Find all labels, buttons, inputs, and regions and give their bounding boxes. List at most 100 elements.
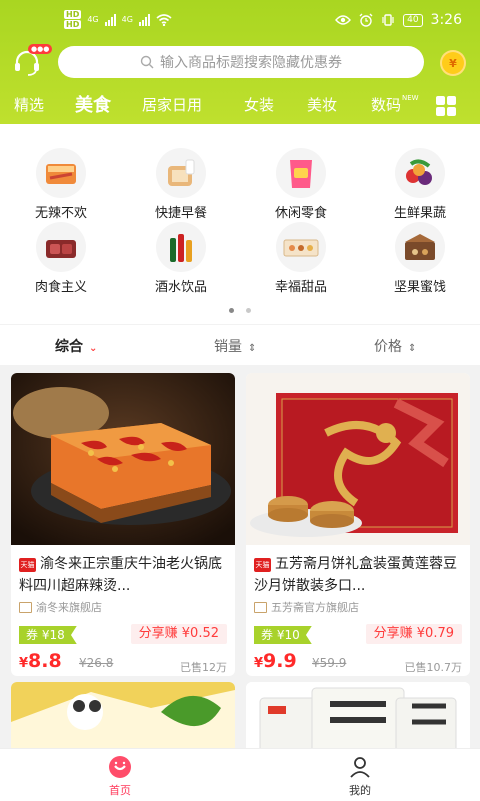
category-item[interactable]: 肉食主义 [16, 222, 106, 295]
category-label: 无辣不欢 [34, 206, 87, 221]
coin-icon: ¥ [449, 56, 457, 70]
snack-bag-icon [276, 148, 326, 198]
category-item[interactable]: 无辣不欢 [16, 148, 106, 221]
search-row: ●●● 输入商品标题搜索隐藏优惠券 ¥ [0, 44, 480, 80]
breakfast-bread-icon [156, 148, 206, 198]
product-image-snack [11, 682, 235, 752]
top-header: HD HD 4G 4G 40 3:26 ●●● 输入商品标题搜索隐藏优惠券 ¥ … [0, 0, 480, 124]
product-card[interactable]: 天猫 五芳斋月饼礼盒装蛋黄莲蓉豆沙月饼散装多口... 五芳斋官方旗舰店 券 ¥10… [246, 373, 470, 676]
price-symbol: ¥ [19, 656, 29, 671]
fruit-vegetable-icon [395, 148, 445, 198]
sort-comprehensive-label: 综合 [55, 339, 83, 355]
category-item[interactable]: 休闲零食 [256, 148, 346, 221]
category-item[interactable]: 坚果蜜饯 [375, 222, 465, 295]
tab-shuma-label: 数码 [371, 96, 402, 114]
shop-icon [254, 601, 267, 613]
tab-meishi[interactable]: 美食 [75, 91, 111, 117]
product-image-hotpot [11, 373, 235, 545]
tab-nvzhuang[interactable]: 女装 [244, 94, 274, 115]
sort-price[interactable]: 价格 ⇕ [374, 336, 416, 356]
sort-sales[interactable]: 销量 ⇕ [214, 336, 256, 356]
tab-jujia[interactable]: 居家日用 [142, 94, 202, 115]
eye-icon [335, 15, 352, 25]
search-icon [140, 55, 154, 69]
product-image-rice-noodles [246, 682, 470, 752]
sort-price-label: 价格 [374, 339, 402, 355]
tab-jingxuan[interactable]: 精选 [14, 94, 44, 115]
status-left: HD HD 4G 4G [64, 10, 172, 29]
tab-shuma[interactable]: 数码NEW [371, 94, 419, 115]
clock-time: 3:26 [430, 12, 462, 28]
nav-home[interactable]: 首页 [80, 755, 160, 798]
original-price: ¥59.9 [312, 656, 347, 670]
hd-badge-1: HD [64, 10, 82, 19]
product-card[interactable]: 天猫 渝冬来正宗重庆牛油老火锅底料四川超麻辣烫... 渝冬来旗舰店 券 ¥18 分… [11, 373, 235, 676]
all-categories-grid-icon[interactable] [436, 96, 456, 116]
price-value: 8.8 [28, 650, 62, 672]
category-label: 肉食主义 [34, 280, 87, 295]
sort-comprehensive[interactable]: 综合 ⌄ [55, 336, 97, 356]
product-card[interactable] [11, 682, 235, 752]
meat-icon [36, 222, 86, 272]
coupon-badge[interactable]: 券 ¥18 [19, 626, 77, 644]
share-earn-button[interactable]: 分享赚 ¥0.79 [365, 624, 462, 644]
dessert-box-icon [276, 222, 326, 272]
wifi-icon [156, 13, 172, 26]
product-title-text: 渝冬来正宗重庆牛油老火锅底料四川超麻辣烫... [19, 556, 222, 594]
nuts-gift-box-icon [395, 222, 445, 272]
price: ¥9.9 [254, 650, 297, 672]
nav-mine[interactable]: 我的 [320, 755, 400, 798]
share-earn-button[interactable]: 分享赚 ¥0.52 [130, 624, 227, 644]
vibrate-icon [382, 14, 394, 26]
tab-new-badge: NEW [402, 94, 419, 102]
home-smile-icon [108, 755, 132, 779]
shop-icon [19, 601, 32, 613]
hd-badge-2: HD [64, 20, 82, 29]
shop-name-text: 五芳斋官方旗舰店 [271, 601, 359, 614]
sold-count: 已售10.7万 [404, 661, 463, 674]
sort-sales-label: 销量 [214, 339, 242, 355]
sort-arrows-icon: ⇕ [408, 343, 417, 354]
spicy-food-icon [36, 148, 86, 198]
sort-bar: 综合 ⌄ 销量 ⇕ 价格 ⇕ [0, 324, 480, 365]
coupon-badge[interactable]: 券 ¥10 [254, 626, 312, 644]
shop-name-text: 渝冬来旗舰店 [36, 601, 102, 614]
customer-service-button[interactable]: ●●● [12, 44, 53, 78]
hd-badges: HD HD [64, 10, 82, 29]
category-tabs: 精选 美食 居家日用 女装 美妆 数码NEW [0, 88, 480, 124]
product-title: 天猫 渝冬来正宗重庆牛油老火锅底料四川超麻辣烫... [19, 553, 231, 597]
sold-count: 已售12万 [180, 661, 227, 674]
chevron-down-icon: ⌄ [89, 343, 98, 354]
category-item[interactable]: 幸福甜品 [256, 222, 346, 295]
status-right: 40 3:26 [335, 12, 462, 28]
alarm-icon [359, 13, 373, 27]
network-4g-label-1: 4G [87, 15, 99, 24]
product-title: 天猫 五芳斋月饼礼盒装蛋黄莲蓉豆沙月饼散装多口... [254, 553, 466, 597]
category-item[interactable]: 快捷早餐 [136, 148, 226, 221]
sort-arrows-icon: ⇕ [248, 343, 257, 354]
network-4g-label-2: 4G [121, 15, 133, 24]
status-bar: HD HD 4G 4G 40 3:26 [0, 0, 480, 38]
shop-name: 渝冬来旗舰店 [19, 599, 102, 615]
search-input[interactable]: 输入商品标题搜索隐藏优惠券 [58, 46, 424, 78]
tmall-badge: 天猫 [254, 558, 271, 572]
nav-mine-label: 我的 [349, 784, 371, 797]
category-item[interactable]: 生鲜果蔬 [375, 148, 465, 221]
price: ¥8.8 [19, 650, 62, 672]
page-indicator [0, 308, 480, 313]
category-label: 酒水饮品 [154, 280, 207, 295]
tab-meizhuang[interactable]: 美妆 [307, 94, 337, 115]
user-icon [348, 755, 372, 779]
category-item[interactable]: 酒水饮品 [136, 222, 226, 295]
category-label: 幸福甜品 [274, 280, 327, 295]
product-card[interactable] [246, 682, 470, 752]
battery-icon: 40 [403, 13, 423, 27]
coin-reward-button[interactable]: ¥ [440, 50, 466, 76]
product-title-text: 五芳斋月饼礼盒装蛋黄莲蓉豆沙月饼散装多口... [254, 556, 457, 594]
bottom-nav: 首页 我的 [0, 748, 480, 801]
nav-home-label: 首页 [109, 784, 131, 797]
shop-name: 五芳斋官方旗舰店 [254, 599, 359, 615]
search-placeholder: 输入商品标题搜索隐藏优惠券 [160, 55, 342, 71]
signal-icon-1 [104, 13, 116, 26]
category-grid: 无辣不欢 快捷早餐 休闲零食 生鲜果蔬 肉食主义 酒水饮品 幸福甜品 坚果蜜饯 [0, 124, 480, 324]
